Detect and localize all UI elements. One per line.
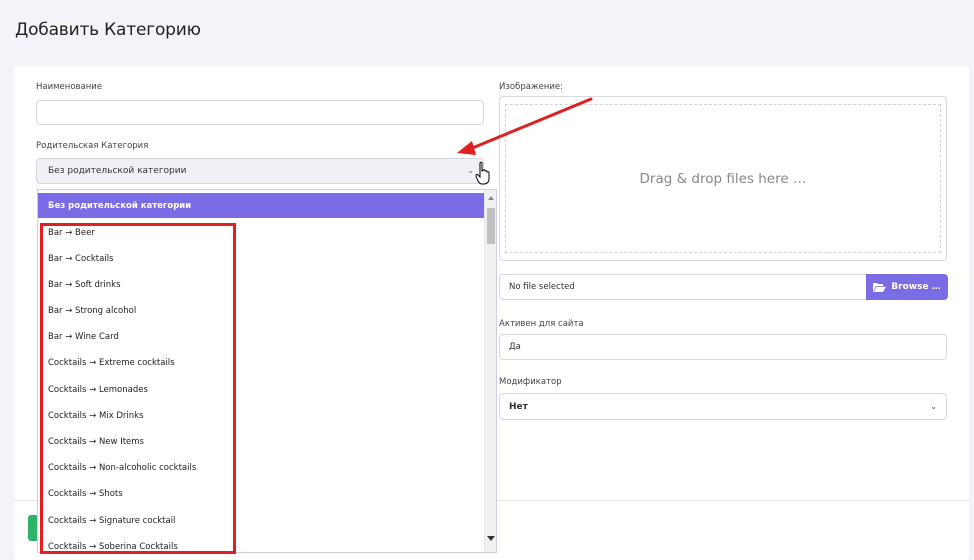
dropdown-option[interactable]: Cocktails → New Items bbox=[38, 429, 484, 454]
dropdown-option[interactable]: Cocktails → Mix Drinks bbox=[38, 403, 484, 428]
parent-category-value: Без родительской категории bbox=[48, 166, 187, 176]
dropdown-option[interactable]: Bar → Soft drinks bbox=[38, 272, 484, 297]
parent-category-label: Родительская Категория bbox=[36, 141, 149, 151]
file-caption: No file selected bbox=[499, 274, 867, 300]
dropdown-option[interactable]: Bar → Beer bbox=[38, 220, 484, 245]
dropdown-option[interactable]: Cocktails → Extreme cocktails bbox=[38, 350, 484, 375]
dropdown-option[interactable]: Без родительской категории bbox=[38, 193, 484, 218]
active-label: Активен для сайта bbox=[499, 319, 584, 329]
dropdown-option[interactable]: Cocktails → Shots bbox=[38, 481, 484, 506]
dropdown-option[interactable]: Cocktails → Lemonades bbox=[38, 377, 484, 402]
active-input[interactable]: Да bbox=[499, 334, 947, 360]
folder-open-icon bbox=[873, 283, 887, 292]
page-title: Добавить Категорию bbox=[15, 20, 201, 40]
image-label: Изображение: bbox=[499, 82, 563, 92]
name-label: Наименование bbox=[36, 82, 103, 92]
scroll-up-icon[interactable] bbox=[488, 196, 494, 200]
chevron-down-icon: ⌄ bbox=[467, 166, 474, 175]
dropdown-scrollbar[interactable] bbox=[484, 190, 496, 552]
browse-button[interactable]: Browse … bbox=[866, 274, 948, 300]
browse-label: Browse … bbox=[891, 282, 941, 292]
dropdown-option[interactable]: Bar → Strong alcohol bbox=[38, 298, 484, 323]
dropdown-option[interactable]: Bar → Wine Card bbox=[38, 324, 484, 349]
dropdown-option[interactable]: Bar → Cocktails bbox=[38, 246, 484, 271]
scrollbar-thumb[interactable] bbox=[487, 208, 495, 244]
dropdown-option[interactable]: Cocktails → Soberina Cocktails bbox=[38, 534, 484, 552]
scroll-down-icon[interactable] bbox=[487, 536, 495, 541]
name-input[interactable] bbox=[36, 100, 484, 125]
modifier-value: Нет bbox=[509, 401, 528, 412]
modifier-label: Модификатор bbox=[499, 377, 562, 387]
dropdown-option[interactable]: Cocktails → Signature cocktail bbox=[38, 508, 484, 533]
modifier-select[interactable]: Нет ⌄ bbox=[499, 393, 947, 420]
dropzone-text: Drag & drop files here … bbox=[505, 104, 941, 253]
image-dropzone[interactable]: Drag & drop files here … bbox=[499, 96, 947, 261]
dropdown-option[interactable]: Cocktails → Non-alcoholic cocktails bbox=[38, 455, 484, 480]
chevron-down-icon: ⌄ bbox=[930, 402, 937, 411]
parent-category-dropdown[interactable]: Без родительской категории Bar → Beer Ba… bbox=[37, 189, 497, 553]
parent-category-select[interactable]: Без родительской категории ⌄ bbox=[36, 158, 484, 184]
